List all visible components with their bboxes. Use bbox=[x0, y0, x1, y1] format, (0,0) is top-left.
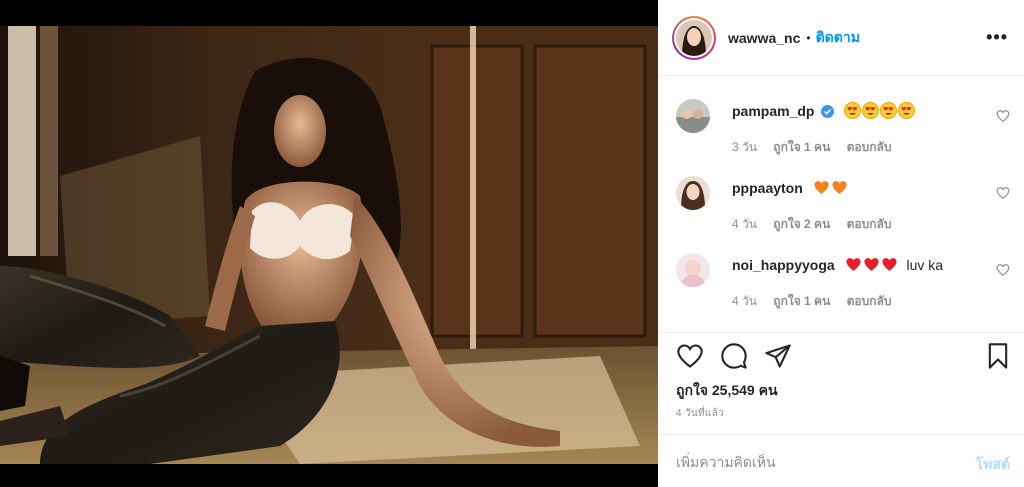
heart-eyes-emoji bbox=[880, 102, 898, 119]
red-heart-emoji bbox=[845, 258, 861, 271]
comment-age[interactable]: 3 วัน bbox=[732, 140, 757, 154]
bookmark-icon[interactable] bbox=[984, 342, 1012, 370]
post-actions-bar bbox=[658, 334, 1024, 378]
heart-eyes-emoji bbox=[862, 102, 880, 119]
post-photo bbox=[0, 26, 658, 464]
likes-count[interactable]: ถูกใจ 25,549 คน bbox=[676, 380, 778, 402]
comment-text: luv ka bbox=[906, 257, 944, 273]
comment-like-count[interactable]: ถูกใจ 1 คน bbox=[773, 294, 830, 308]
reply-button[interactable]: ตอบกลับ bbox=[847, 217, 892, 231]
heart-eyes-emoji bbox=[898, 102, 916, 119]
comment-age[interactable]: 4 วัน bbox=[732, 217, 757, 231]
header-separator: • bbox=[806, 30, 811, 45]
author-username[interactable]: wawwa_nc bbox=[728, 30, 800, 46]
photo-image bbox=[0, 26, 658, 464]
comment-like-heart-icon[interactable] bbox=[996, 263, 1010, 277]
heart-icon[interactable] bbox=[676, 342, 704, 370]
post-sidebar: wawwa_nc • ติดตาม ••• pampam_dp 3 วัน ถู… bbox=[658, 0, 1024, 487]
comment-username[interactable]: noi_happyyoga bbox=[732, 257, 835, 273]
post-header: wawwa_nc • ติดตาม ••• bbox=[658, 0, 1024, 76]
red-heart-emoji bbox=[863, 258, 879, 271]
post-comment-button[interactable]: โพสต์ bbox=[976, 454, 1010, 476]
comment-like-heart-icon[interactable] bbox=[996, 186, 1010, 200]
author-avatar-ring[interactable] bbox=[672, 15, 716, 60]
comment-like-count[interactable]: ถูกใจ 2 คน bbox=[773, 217, 830, 231]
comments-list[interactable]: pampam_dp 3 วัน ถูกใจ 1 คน ตอบกลับ pppaa… bbox=[658, 77, 1024, 333]
comment-username[interactable]: pppaayton bbox=[732, 180, 803, 196]
verified-badge-icon bbox=[821, 104, 835, 122]
post-timestamp[interactable]: 4 วันที่แล้ว bbox=[676, 406, 724, 421]
comment-username[interactable]: pampam_dp bbox=[732, 103, 814, 119]
follow-button[interactable]: ติดตาม bbox=[816, 27, 860, 49]
heart-eyes-emoji bbox=[844, 102, 862, 119]
add-comment-input[interactable] bbox=[676, 451, 946, 473]
add-comment-bar: โพสต์ bbox=[658, 434, 1024, 487]
comment-like-count[interactable]: ถูกใจ 1 คน bbox=[773, 140, 830, 154]
more-dots-icon[interactable]: ••• bbox=[986, 28, 1008, 46]
commenter-avatar[interactable] bbox=[676, 176, 710, 210]
comment-age[interactable]: 4 วัน bbox=[732, 294, 757, 308]
comment-item: noi_happyyoga luv ka 4 วัน ถูกใจ 1 คน ตอ… bbox=[676, 253, 1016, 313]
reply-button[interactable]: ตอบกลับ bbox=[847, 140, 892, 154]
orange-heart-emoji bbox=[814, 181, 829, 194]
red-heart-emoji bbox=[881, 258, 897, 271]
comment-item: pampam_dp 3 วัน ถูกใจ 1 คน ตอบกลับ bbox=[676, 99, 1016, 159]
commenter-avatar[interactable] bbox=[676, 99, 710, 133]
comment-like-heart-icon[interactable] bbox=[996, 109, 1010, 123]
orange-heart-emoji bbox=[832, 181, 847, 194]
post-media[interactable] bbox=[0, 0, 658, 487]
comment-item: pppaayton 4 วัน ถูกใจ 2 คน ตอบกลับ bbox=[676, 176, 1016, 236]
author-avatar[interactable] bbox=[676, 19, 712, 56]
share-icon[interactable] bbox=[764, 342, 792, 370]
commenter-avatar[interactable] bbox=[676, 253, 710, 287]
reply-button[interactable]: ตอบกลับ bbox=[847, 294, 892, 308]
comment-icon[interactable] bbox=[720, 342, 748, 370]
